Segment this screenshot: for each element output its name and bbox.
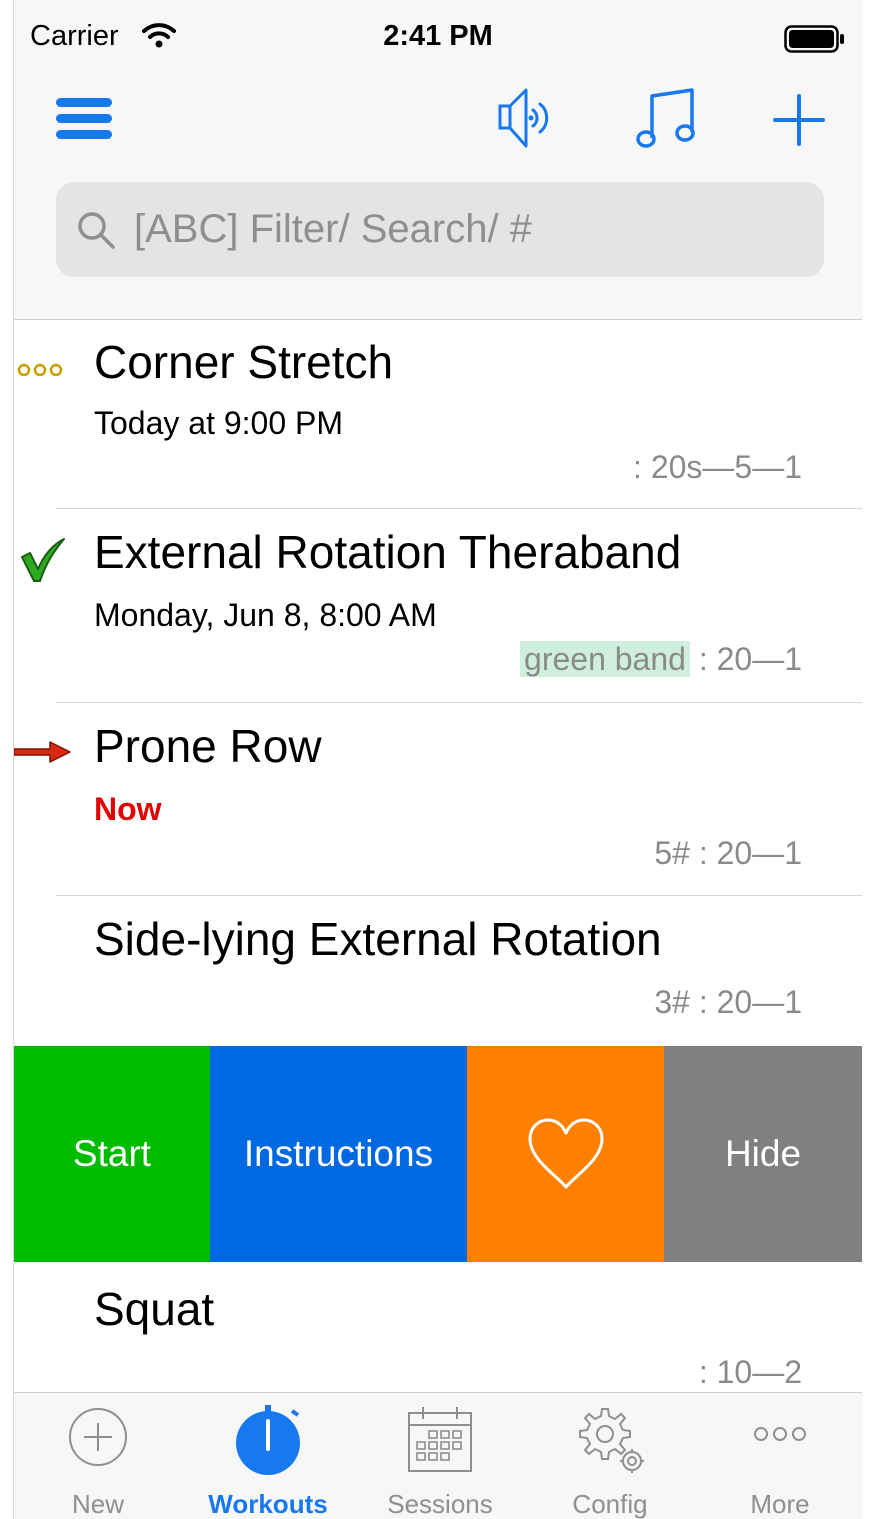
tab-sessions[interactable]: Sessions [370, 1393, 510, 1519]
workout-schedule: Monday, Jun 8, 8:00 AM [94, 597, 437, 633]
search-bar[interactable] [56, 182, 824, 277]
instructions-button[interactable]: Instructions [210, 1046, 467, 1262]
more-dots-icon [754, 1427, 806, 1441]
plus-circle-icon [69, 1408, 127, 1466]
speaker-icon[interactable] [496, 84, 558, 152]
workout-title: Squat [94, 1283, 215, 1335]
workout-row-external-rotation-theraband[interactable]: External Rotation Theraband Monday, Jun … [14, 509, 862, 703]
plus-icon[interactable] [771, 92, 827, 148]
hide-button[interactable]: Hide [664, 1046, 862, 1262]
workout-reps-value: : 20—1 [689, 641, 802, 677]
start-button[interactable]: Start [14, 1046, 210, 1262]
workout-row-side-lying-external-rotation[interactable]: Side-lying External Rotation 3# : 20—1 [14, 896, 862, 1046]
tab-more[interactable]: More [710, 1393, 850, 1519]
search-icon [78, 212, 115, 249]
tab-bar: New Workouts Sessions Config More [14, 1392, 862, 1519]
workout-schedule-now: Now [94, 791, 162, 827]
workout-row-prone-row[interactable]: Prone Row Now 5# : 20—1 [14, 703, 862, 896]
workout-row-corner-stretch[interactable]: Corner Stretch Today at 9:00 PM : 20s—5—… [14, 321, 862, 509]
tab-label: Workouts [208, 1489, 328, 1519]
workout-title: External Rotation Theraband [94, 526, 682, 578]
workout-reps: 3# : 20—1 [654, 984, 802, 1020]
equipment-tag: green band [520, 641, 690, 677]
status-time: 2:41 PM [383, 20, 493, 52]
tab-label: Sessions [387, 1489, 493, 1519]
tab-label: New [71, 1489, 124, 1519]
stopwatch-icon [236, 1405, 300, 1475]
tab-workouts[interactable]: Workouts [198, 1393, 338, 1519]
swipe-actions-bar: Start Instructions Hide [14, 1046, 862, 1262]
workout-reps: : 10—2 [698, 1354, 802, 1390]
tab-label: Config [572, 1489, 648, 1519]
favorite-button[interactable] [467, 1046, 664, 1262]
workout-title: Corner Stretch [94, 336, 394, 388]
battery-icon [784, 25, 844, 53]
tab-config[interactable]: Config [540, 1393, 680, 1519]
arrow-right-icon [14, 741, 71, 763]
workout-title: Prone Row [94, 720, 322, 772]
music-note-icon[interactable] [636, 88, 698, 150]
tab-new[interactable]: New [28, 1393, 168, 1519]
gears-icon [579, 1408, 644, 1473]
workout-title: Side-lying External Rotation [94, 913, 662, 965]
workout-reps: green band : 20—1 [520, 641, 802, 678]
heart-icon [528, 1118, 603, 1189]
workout-reps: : 20s—5—1 [633, 449, 802, 485]
checkmark-icon [21, 538, 65, 582]
three-dots-icon [17, 363, 63, 377]
search-input[interactable] [134, 182, 794, 277]
workout-reps: 5# : 20—1 [654, 835, 802, 871]
calendar-icon [408, 1407, 472, 1472]
hamburger-menu-icon[interactable] [56, 98, 112, 140]
workout-schedule: Today at 9:00 PM [94, 405, 344, 441]
workout-row-squat[interactable]: Squat : 10—2 [14, 1262, 862, 1392]
tab-label: More [750, 1489, 810, 1519]
navigation-header: Carrier 2:41 PM [14, 0, 862, 320]
